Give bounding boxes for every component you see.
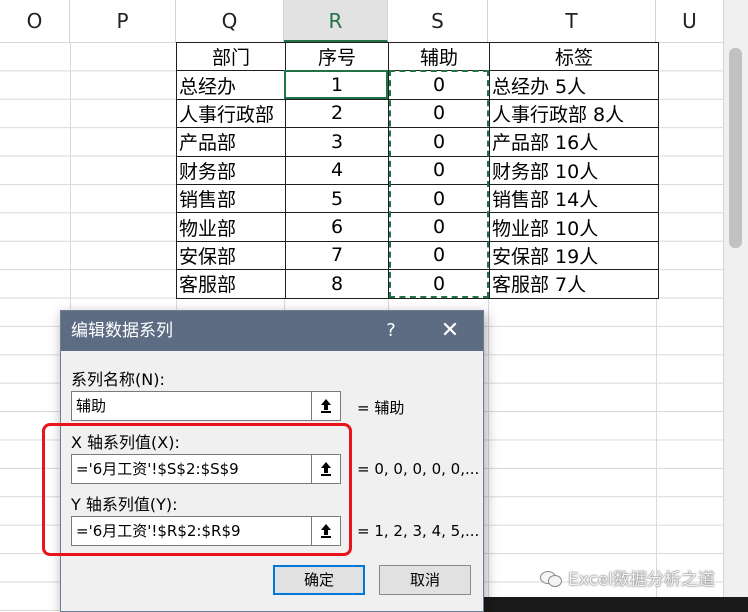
upload-arrow-icon [321, 399, 331, 413]
x-values-collapse-button[interactable] [311, 454, 341, 484]
header-cell-index[interactable]: 序号 [285, 41, 389, 72]
helper-cell[interactable]: 0 [388, 127, 490, 157]
table-row: 销售部 5 0 销售部 14人 [176, 183, 659, 214]
table-row: 总经办 1 0 总经办 5人 [176, 70, 659, 100]
helper-cell[interactable]: 0 [388, 183, 490, 214]
help-button[interactable]: ? [379, 311, 403, 351]
series-name-eval: = 辅助 [357, 399, 405, 417]
scrollbar-thumb[interactable] [729, 48, 742, 248]
close-button[interactable]: ✕ [437, 311, 463, 351]
helper-cell[interactable]: 0 [388, 240, 490, 271]
label-cell[interactable]: 产品部 16人 [489, 127, 659, 157]
department-cell[interactable]: 安保部 [176, 240, 286, 271]
header-cell-helper[interactable]: 辅助 [388, 41, 490, 72]
upload-arrow-icon [321, 524, 331, 538]
table-row: 物业部 6 0 物业部 10人 [176, 212, 659, 242]
table-row: 财务部 4 0 财务部 10人 [176, 155, 659, 185]
label-cell[interactable]: 人事行政部 8人 [489, 98, 659, 129]
index-cell[interactable]: 2 [285, 98, 389, 129]
helper-cell[interactable]: 0 [388, 269, 490, 299]
column-header-t[interactable]: T [488, 0, 656, 42]
department-cell[interactable]: 财务部 [176, 155, 286, 185]
header-cell-label[interactable]: 标签 [489, 41, 659, 72]
column-header-bar: O P Q R S T U [0, 0, 748, 43]
x-values-eval: = 0, 0, 0, 0, 0,... [357, 460, 480, 478]
y-values-label: Y 轴系列值(Y): [71, 495, 178, 514]
column-header-o[interactable]: O [0, 0, 70, 42]
column-header-p[interactable]: P [70, 0, 176, 42]
table-row: 安保部 7 0 安保部 19人 [176, 240, 659, 271]
label-cell[interactable]: 安保部 19人 [489, 240, 659, 271]
label-cell[interactable]: 客服部 7人 [489, 269, 659, 299]
y-values-collapse-button[interactable] [311, 516, 341, 546]
column-header-q[interactable]: Q [176, 0, 284, 42]
upload-arrow-icon [321, 462, 331, 476]
index-cell[interactable]: 3 [285, 127, 389, 157]
edit-series-dialog: 编辑数据系列 ? ✕ 系列名称(N): 辅助 = 辅助 X 轴系列值(X): =… [60, 310, 484, 612]
department-cell[interactable]: 总经办 [176, 70, 286, 100]
watermark: Excel数据分析之道 [540, 565, 715, 590]
department-cell[interactable]: 销售部 [176, 183, 286, 214]
index-cell[interactable]: 4 [285, 155, 389, 185]
label-cell[interactable]: 物业部 10人 [489, 212, 659, 242]
data-table: 部门 序号 辅助 标签 总经办 1 0 总经办 5人 人事行政部 2 0 人事行… [176, 41, 659, 299]
department-cell[interactable]: 物业部 [176, 212, 286, 242]
y-values-eval: = 1, 2, 3, 4, 5,... [357, 522, 480, 540]
label-cell[interactable]: 财务部 10人 [489, 155, 659, 185]
table-header-row: 部门 序号 辅助 标签 [176, 41, 659, 72]
watermark-text: Excel数据分析之道 [568, 570, 716, 590]
index-cell[interactable]: 8 [285, 269, 389, 299]
department-cell[interactable]: 产品部 [176, 127, 286, 157]
x-values-label: X 轴系列值(X): [71, 433, 180, 452]
table-row: 产品部 3 0 产品部 16人 [176, 127, 659, 157]
department-cell[interactable]: 人事行政部 [176, 98, 286, 129]
series-name-collapse-button[interactable] [311, 391, 341, 421]
index-cell[interactable]: 6 [285, 212, 389, 242]
index-cell[interactable]: 7 [285, 240, 389, 271]
column-header-u[interactable]: U [656, 0, 724, 42]
dialog-titlebar[interactable]: 编辑数据系列 ? ✕ [61, 311, 483, 351]
table-row: 人事行政部 2 0 人事行政部 8人 [176, 98, 659, 129]
header-cell-department[interactable]: 部门 [176, 41, 286, 72]
helper-cell[interactable]: 0 [388, 98, 490, 129]
ok-button[interactable]: 确定 [273, 565, 365, 595]
column-header-r[interactable]: R [284, 0, 388, 42]
helper-cell[interactable]: 0 [388, 212, 490, 242]
series-name-label: 系列名称(N): [71, 370, 165, 389]
label-cell[interactable]: 销售部 14人 [489, 183, 659, 214]
table-row: 客服部 8 0 客服部 7人 [176, 269, 659, 299]
label-cell[interactable]: 总经办 5人 [489, 70, 659, 100]
index-cell[interactable]: 5 [285, 183, 389, 214]
department-cell[interactable]: 客服部 [176, 269, 286, 299]
y-values-input[interactable]: ='6月工资'!$R$2:$R$9 [71, 516, 339, 546]
cancel-button[interactable]: 取消 [379, 565, 471, 595]
vertical-scrollbar[interactable] [723, 0, 748, 612]
column-header-s[interactable]: S [388, 0, 488, 42]
index-cell[interactable]: 1 [285, 70, 389, 100]
series-name-input[interactable]: 辅助 [71, 391, 339, 421]
x-values-input[interactable]: ='6月工资'!$S$2:$S$9 [71, 454, 339, 484]
helper-cell[interactable]: 0 [388, 155, 490, 185]
helper-cell[interactable]: 0 [388, 70, 490, 100]
dialog-title: 编辑数据系列 [71, 321, 173, 341]
wechat-icon [540, 569, 562, 587]
